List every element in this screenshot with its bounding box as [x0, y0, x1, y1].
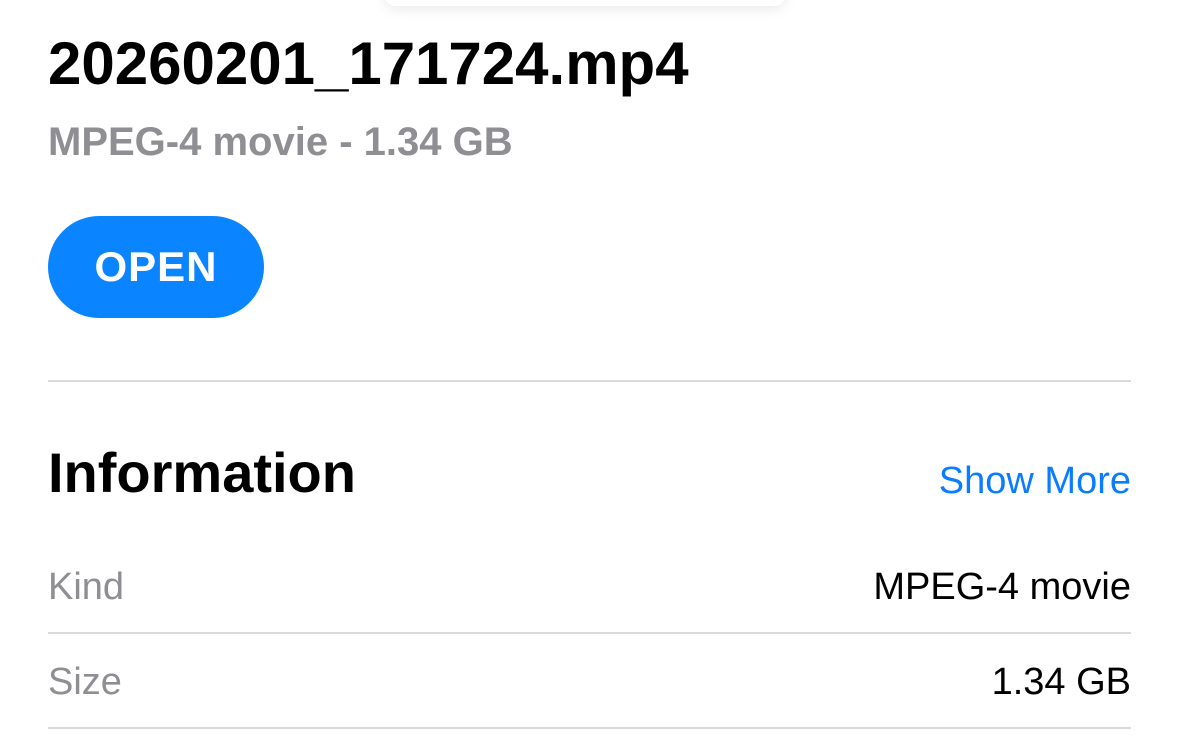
show-more-link[interactable]: Show More — [939, 458, 1131, 504]
kind-label: Kind — [48, 566, 125, 608]
information-heading: Information — [48, 441, 356, 504]
open-button[interactable]: OPEN — [48, 216, 264, 318]
size-label: Size — [48, 661, 122, 703]
info-row-kind: Kind MPEG-4 movie — [48, 542, 1131, 637]
size-value: 1.34 GB — [991, 661, 1131, 703]
divider — [48, 727, 1131, 729]
file-name: 20260201_171724.mp4 — [48, 30, 689, 97]
file-subtitle: MPEG-4 movie - 1.34 GB — [48, 120, 513, 164]
sheet-top-edge — [385, 0, 785, 6]
divider — [48, 380, 1131, 382]
info-row-size: Size 1.34 GB — [48, 637, 1131, 732]
divider — [48, 632, 1131, 634]
file-info-sheet: 20260201_171724.mp4 MPEG-4 movie - 1.34 … — [0, 0, 1179, 748]
kind-value: MPEG-4 movie — [873, 566, 1131, 608]
